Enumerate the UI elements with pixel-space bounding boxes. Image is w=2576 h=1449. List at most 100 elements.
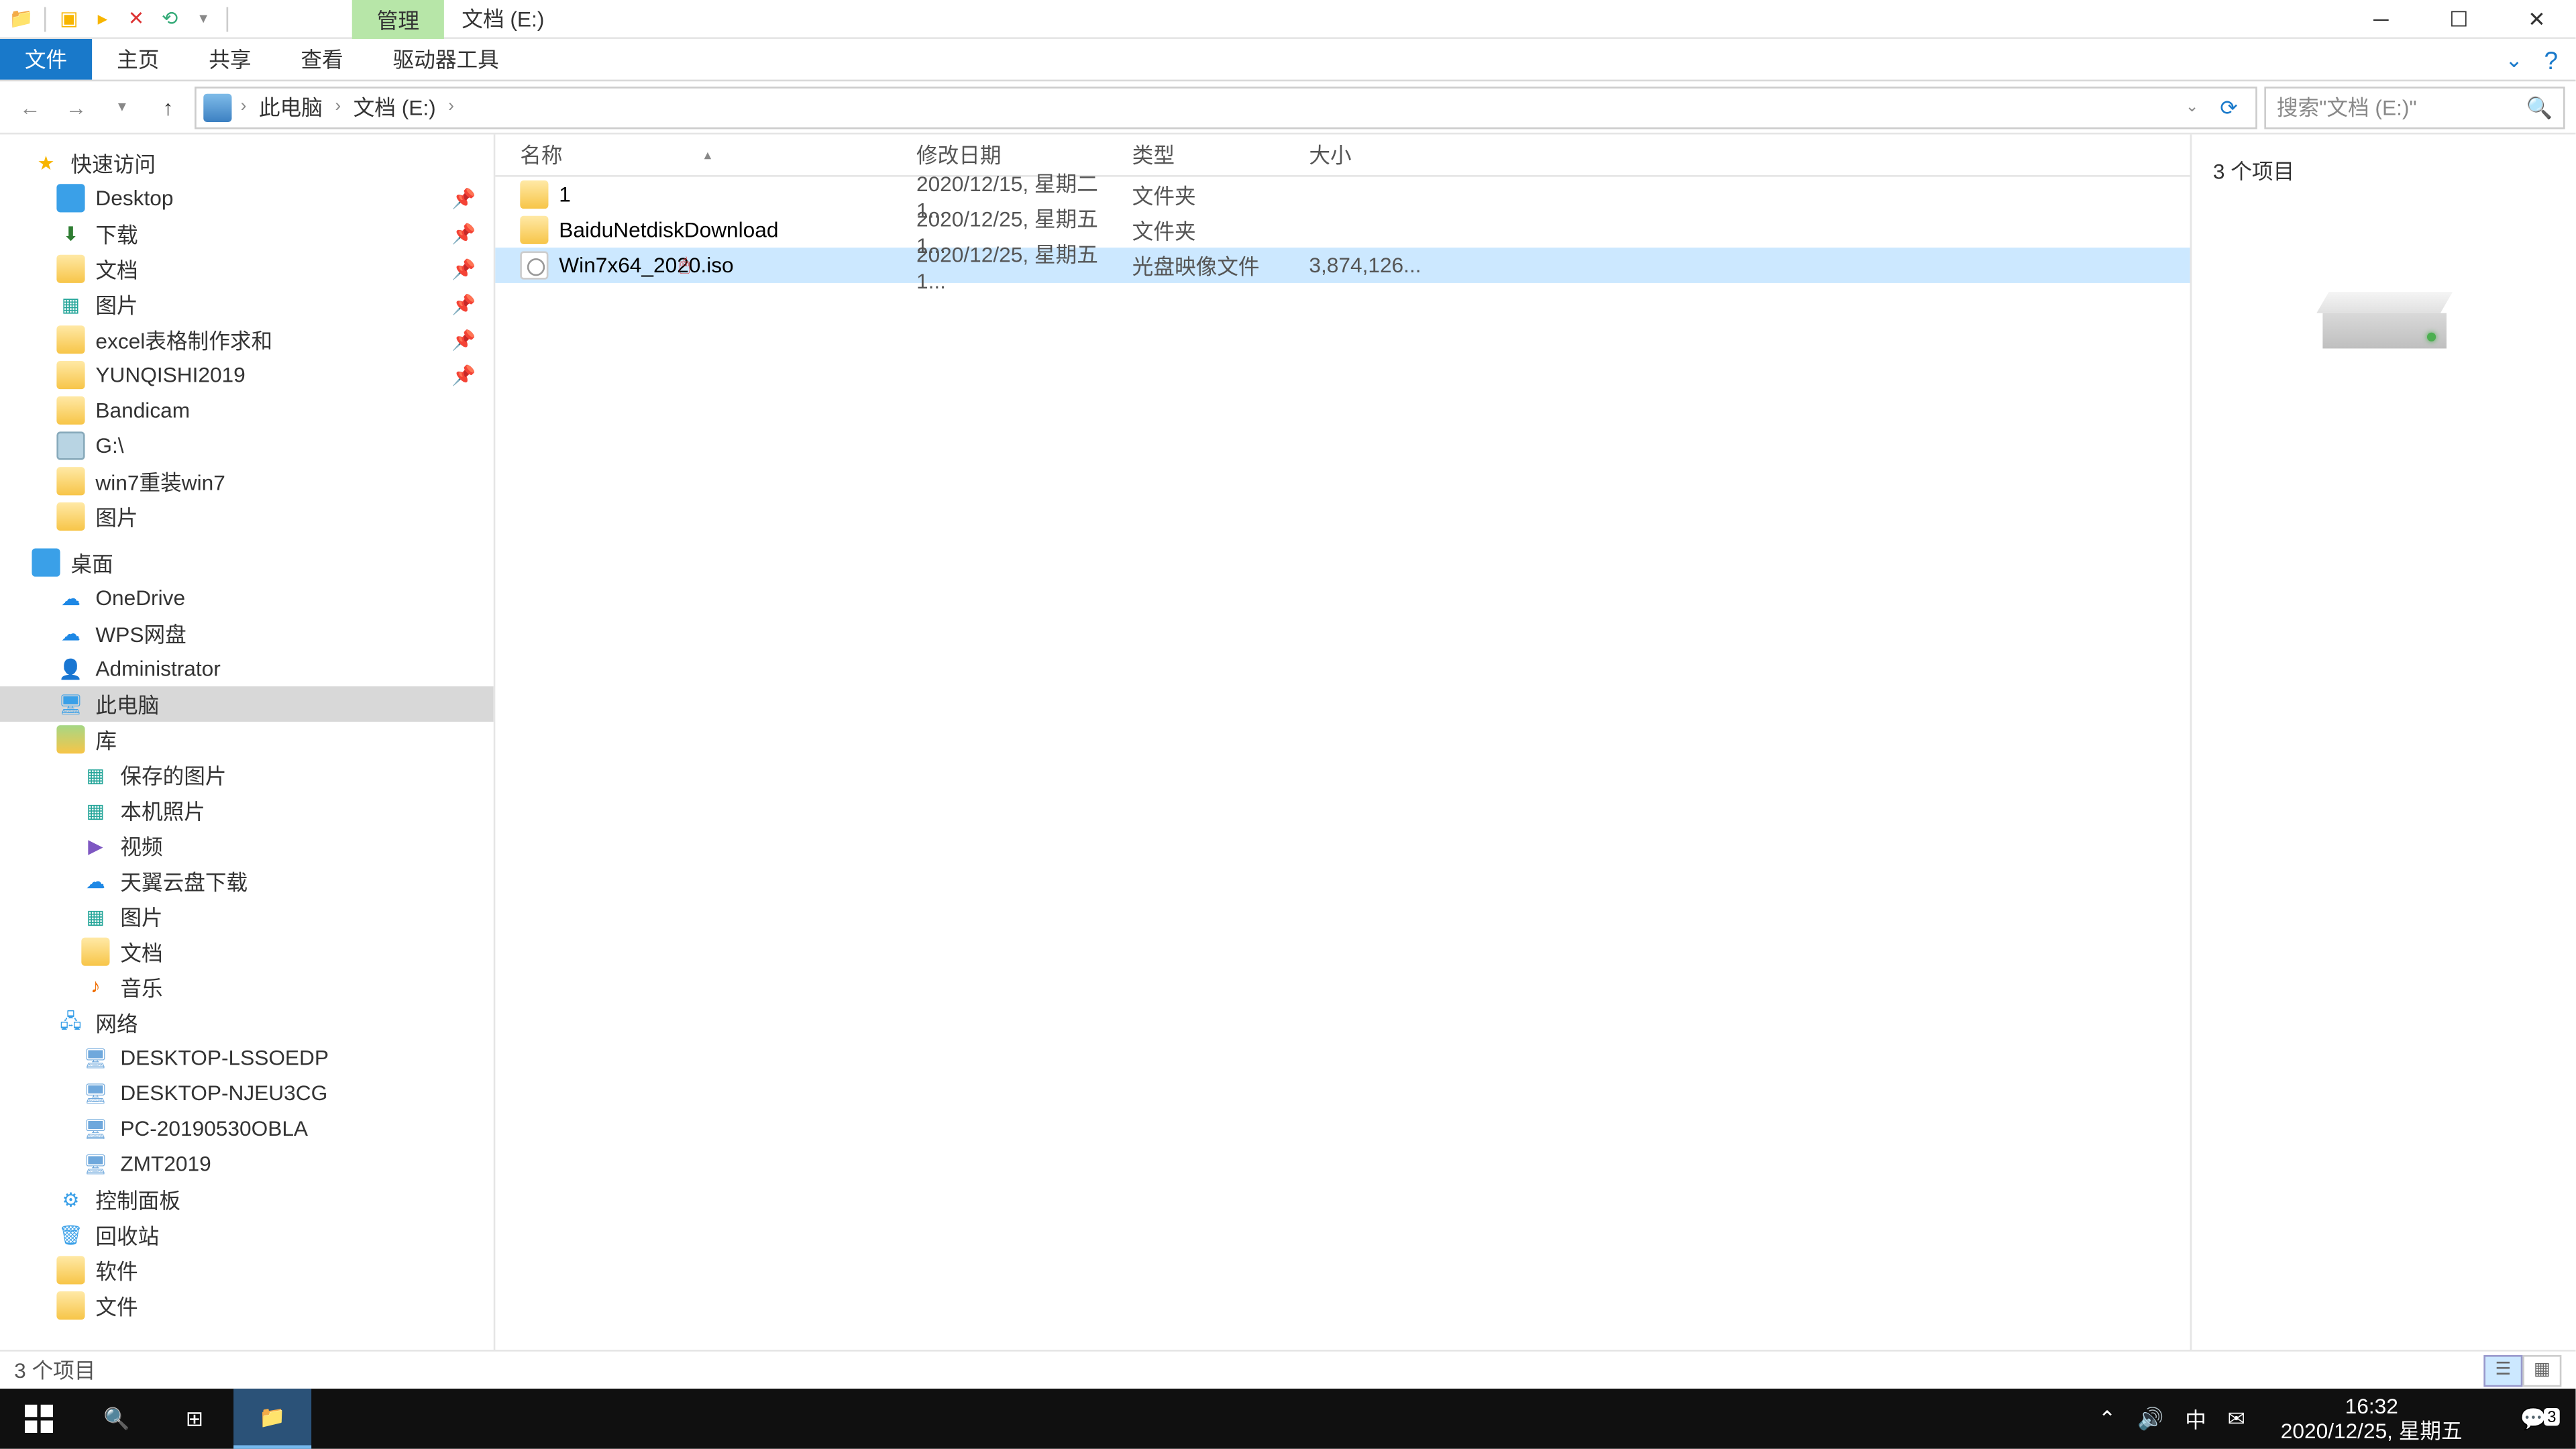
ribbon-tabs: 文件 主页 共享 查看 驱动器工具 ⌄ ?	[0, 39, 2575, 81]
nav-quick-access[interactable]: ★快速访问	[0, 145, 494, 180]
nav-videos[interactable]: ▶视频	[0, 828, 494, 863]
refresh-icon[interactable]: ⟳	[2209, 95, 2248, 119]
nav-control-panel[interactable]: ⚙控制面板	[0, 1182, 494, 1218]
ribbon-expand-icon[interactable]: ⌄	[2505, 47, 2523, 72]
file-type: 文件夹	[1132, 215, 1309, 245]
pin-icon: 📌	[451, 186, 476, 209]
nav-back-button[interactable]: ←	[11, 88, 50, 127]
control-panel-icon: ⚙	[56, 1185, 85, 1214]
nav-wps[interactable]: ☁WPS网盘	[0, 616, 494, 651]
ribbon-tab-share[interactable]: 共享	[184, 39, 276, 80]
mail-icon[interactable]: ✉	[2228, 1406, 2246, 1431]
pictures-icon: ▦	[81, 902, 109, 930]
ime-icon[interactable]: 中	[2185, 1403, 2206, 1434]
nav-documents[interactable]: 文档📌	[0, 251, 494, 286]
nav-recent-dropdown[interactable]: ▾	[103, 88, 142, 127]
qat-undo-icon[interactable]: ⟲	[156, 5, 184, 33]
address-dropdown-icon[interactable]: ⌄	[2186, 97, 2199, 117]
nav-library[interactable]: 库	[0, 722, 494, 757]
nav-downloads[interactable]: ⬇下载📌	[0, 216, 494, 252]
folder-icon: 📁	[259, 1405, 285, 1430]
nav-recycle[interactable]: 🗑回收站	[0, 1217, 494, 1252]
volume-icon[interactable]: 🔊	[2137, 1406, 2163, 1431]
ribbon-tab-drive-tools[interactable]: 驱动器工具	[368, 39, 524, 80]
search-icon: 🔍	[103, 1406, 129, 1431]
pictures-icon: ▦	[81, 761, 109, 789]
cloud-icon: ☁	[81, 867, 109, 895]
nav-gdrive[interactable]: G:\	[0, 428, 494, 464]
nav-pictures2[interactable]: 图片	[0, 499, 494, 535]
file-row[interactable]: BaiduNetdiskDownload2020/12/25, 星期五 1...…	[495, 212, 2190, 248]
file-name: 1	[559, 182, 571, 207]
context-tab-manage[interactable]: 管理	[352, 0, 444, 38]
nav-admin[interactable]: 👤Administrator	[0, 651, 494, 686]
iso-icon	[520, 251, 548, 279]
ribbon-tab-view[interactable]: 查看	[276, 39, 368, 80]
breadcrumb-drive[interactable]: 文档 (E:)	[350, 92, 439, 122]
ribbon-tab-home[interactable]: 主页	[92, 39, 184, 80]
nav-win7[interactable]: win7重装win7	[0, 464, 494, 499]
folder-icon	[56, 467, 85, 495]
ribbon-tab-file[interactable]: 文件	[0, 39, 92, 80]
qat-dropdown-icon[interactable]: ▾	[189, 5, 217, 33]
tray-overflow-icon[interactable]: ⌃	[2098, 1406, 2116, 1431]
column-header-type[interactable]: 类型	[1132, 140, 1309, 170]
qat-properties-icon[interactable]: ▣	[55, 5, 83, 33]
close-button[interactable]: ✕	[2498, 0, 2575, 38]
pc-icon: 🖥	[56, 690, 85, 718]
nav-pictures[interactable]: ▦图片📌	[0, 286, 494, 322]
nav-pics-lib[interactable]: ▦图片	[0, 899, 494, 934]
taskbar-explorer[interactable]: 📁	[233, 1389, 311, 1449]
nav-forward-button[interactable]: →	[56, 88, 95, 127]
nav-software[interactable]: 软件	[0, 1252, 494, 1288]
column-header-date[interactable]: 修改日期	[916, 140, 1132, 170]
nav-netpc2[interactable]: 🖥DESKTOP-NJEU3CG	[0, 1075, 494, 1111]
address-bar-row: ← → ▾ ↑ › 此电脑 › 文档 (E:) › ⌄ ⟳ 搜索"文档 (E:)…	[0, 81, 2575, 134]
nav-excel[interactable]: excel表格制作求和📌	[0, 322, 494, 358]
pin-icon: 📌	[451, 328, 476, 351]
nav-desktop[interactable]: Desktop📌	[0, 180, 494, 216]
qat-new-folder-icon[interactable]: ▸	[89, 5, 117, 33]
notification-button[interactable]: 💬 3	[2498, 1406, 2568, 1431]
view-thumbnails-button[interactable]: ▦	[2522, 1354, 2561, 1386]
nav-netpc4[interactable]: 🖥ZMT2019	[0, 1146, 494, 1182]
nav-netpc3[interactable]: 🖥PC-20190530OBLA	[0, 1111, 494, 1146]
nav-desktop-root[interactable]: 桌面	[0, 545, 494, 580]
maximize-button[interactable]: ☐	[2420, 0, 2498, 38]
nav-network[interactable]: 🖧网络	[0, 1005, 494, 1040]
file-row[interactable]: 12020/12/15, 星期二 1...文件夹	[495, 177, 2190, 213]
nav-camera-roll[interactable]: ▦本机照片	[0, 792, 494, 828]
nav-onedrive[interactable]: ☁OneDrive	[0, 580, 494, 616]
search-button[interactable]: 🔍	[78, 1389, 156, 1449]
nav-music[interactable]: ♪音乐	[0, 969, 494, 1005]
chevron-right-icon[interactable]: ›	[329, 97, 346, 117]
qat-delete-icon[interactable]: ✕	[122, 5, 150, 33]
nav-bandicam[interactable]: Bandicam	[0, 392, 494, 428]
search-input[interactable]: 搜索"文档 (E:)" 🔍	[2264, 86, 2565, 128]
chevron-right-icon[interactable]: ›	[443, 97, 460, 117]
view-details-button[interactable]: ☰	[2483, 1354, 2522, 1386]
address-breadcrumbs[interactable]: › 此电脑 › 文档 (E:) › ⌄ ⟳	[195, 86, 2257, 128]
breadcrumb-this-pc[interactable]: 此电脑	[256, 92, 327, 122]
nav-yunqishi[interactable]: YUNQISHI2019📌	[0, 358, 494, 393]
taskbar-clock[interactable]: 16:32 2020/12/25, 星期五	[2267, 1393, 2477, 1444]
file-row[interactable]: Win7x64_2020.iso2020/12/25, 星期五 1...光盘映像…	[495, 248, 2190, 283]
nav-this-pc[interactable]: 🖥此电脑	[0, 686, 494, 722]
nav-netpc1[interactable]: 🖥DESKTOP-LSSOEDP	[0, 1040, 494, 1076]
column-header-name[interactable]: 名称	[520, 140, 916, 170]
nav-up-button[interactable]: ↑	[149, 88, 188, 127]
minimize-button[interactable]: ─	[2342, 0, 2420, 38]
nav-tianyi[interactable]: ☁天翼云盘下载	[0, 863, 494, 899]
task-view-button[interactable]: ⊞	[156, 1389, 233, 1449]
file-list: 名称 修改日期 类型 大小 12020/12/15, 星期二 1...文件夹Ba…	[495, 134, 2190, 1350]
chevron-right-icon[interactable]: ›	[235, 97, 252, 117]
column-header-size[interactable]: 大小	[1309, 140, 1415, 170]
nav-saved-pics[interactable]: ▦保存的图片	[0, 757, 494, 793]
preview-item-count: 3 个项目	[2213, 156, 2294, 186]
nav-docs-lib[interactable]: 文档	[0, 934, 494, 969]
help-icon[interactable]: ?	[2544, 45, 2559, 73]
folder-icon	[520, 180, 548, 209]
nav-files[interactable]: 文件	[0, 1288, 494, 1324]
start-button[interactable]	[0, 1389, 78, 1449]
window-title: 文档 (E:)	[462, 3, 544, 34]
